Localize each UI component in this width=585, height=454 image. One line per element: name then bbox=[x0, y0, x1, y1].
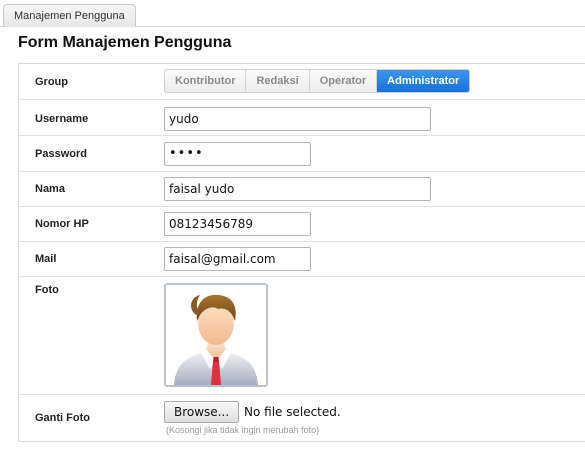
tab-bar: Manajemen Pengguna bbox=[0, 0, 585, 27]
default-user-avatar-icon bbox=[174, 294, 258, 385]
form-row-nomor-hp: Nomor HP 08123456789 bbox=[19, 207, 585, 242]
password-label: Password bbox=[35, 148, 87, 160]
password-input[interactable]: •••• bbox=[164, 142, 311, 166]
foto-label: Foto bbox=[35, 284, 59, 296]
form-row-mail: Mail faisal@gmail.com bbox=[19, 242, 585, 277]
photo-hint: (Kosongi jika tidak ingin merubah foto) bbox=[166, 425, 320, 435]
group-option-kontributor[interactable]: Kontributor bbox=[165, 70, 247, 92]
group-option-redaksi[interactable]: Redaksi bbox=[246, 70, 310, 92]
username-input[interactable]: yudo bbox=[164, 107, 431, 131]
form-row-password: Password •••• bbox=[19, 136, 585, 172]
group-selector: Kontributor Redaksi Operator Administrat… bbox=[164, 69, 471, 93]
file-status: No file selected. bbox=[244, 405, 341, 419]
form-row-nama: Nama faisal yudo bbox=[19, 172, 585, 207]
mail-label: Mail bbox=[35, 253, 57, 265]
nama-label: Nama bbox=[35, 183, 65, 195]
mail-input[interactable]: faisal@gmail.com bbox=[164, 247, 311, 271]
username-label: Username bbox=[35, 113, 89, 125]
group-option-administrator[interactable]: Administrator bbox=[377, 70, 470, 92]
group-label: Group bbox=[35, 76, 68, 88]
nama-input[interactable]: faisal yudo bbox=[164, 177, 431, 201]
browse-button[interactable]: Browse... bbox=[164, 401, 240, 423]
nomor-hp-input[interactable]: 08123456789 bbox=[164, 212, 311, 236]
form-row-group: Group Kontributor Redaksi Operator Admin… bbox=[19, 64, 585, 100]
form-row-ganti-foto: Ganti Foto Browse... No file selected. (… bbox=[19, 395, 585, 441]
nomor-hp-label: Nomor HP bbox=[35, 218, 89, 230]
page-title: Form Manajemen Pengguna bbox=[18, 34, 232, 51]
tab-manajemen-pengguna[interactable]: Manajemen Pengguna bbox=[3, 4, 136, 27]
user-form: Group Kontributor Redaksi Operator Admin… bbox=[18, 63, 585, 442]
form-row-username: Username yudo bbox=[19, 100, 585, 136]
ganti-foto-label: Ganti Foto bbox=[35, 412, 90, 424]
group-option-operator[interactable]: Operator bbox=[309, 70, 378, 92]
form-row-foto: Foto bbox=[19, 277, 585, 395]
profile-photo bbox=[164, 283, 268, 387]
